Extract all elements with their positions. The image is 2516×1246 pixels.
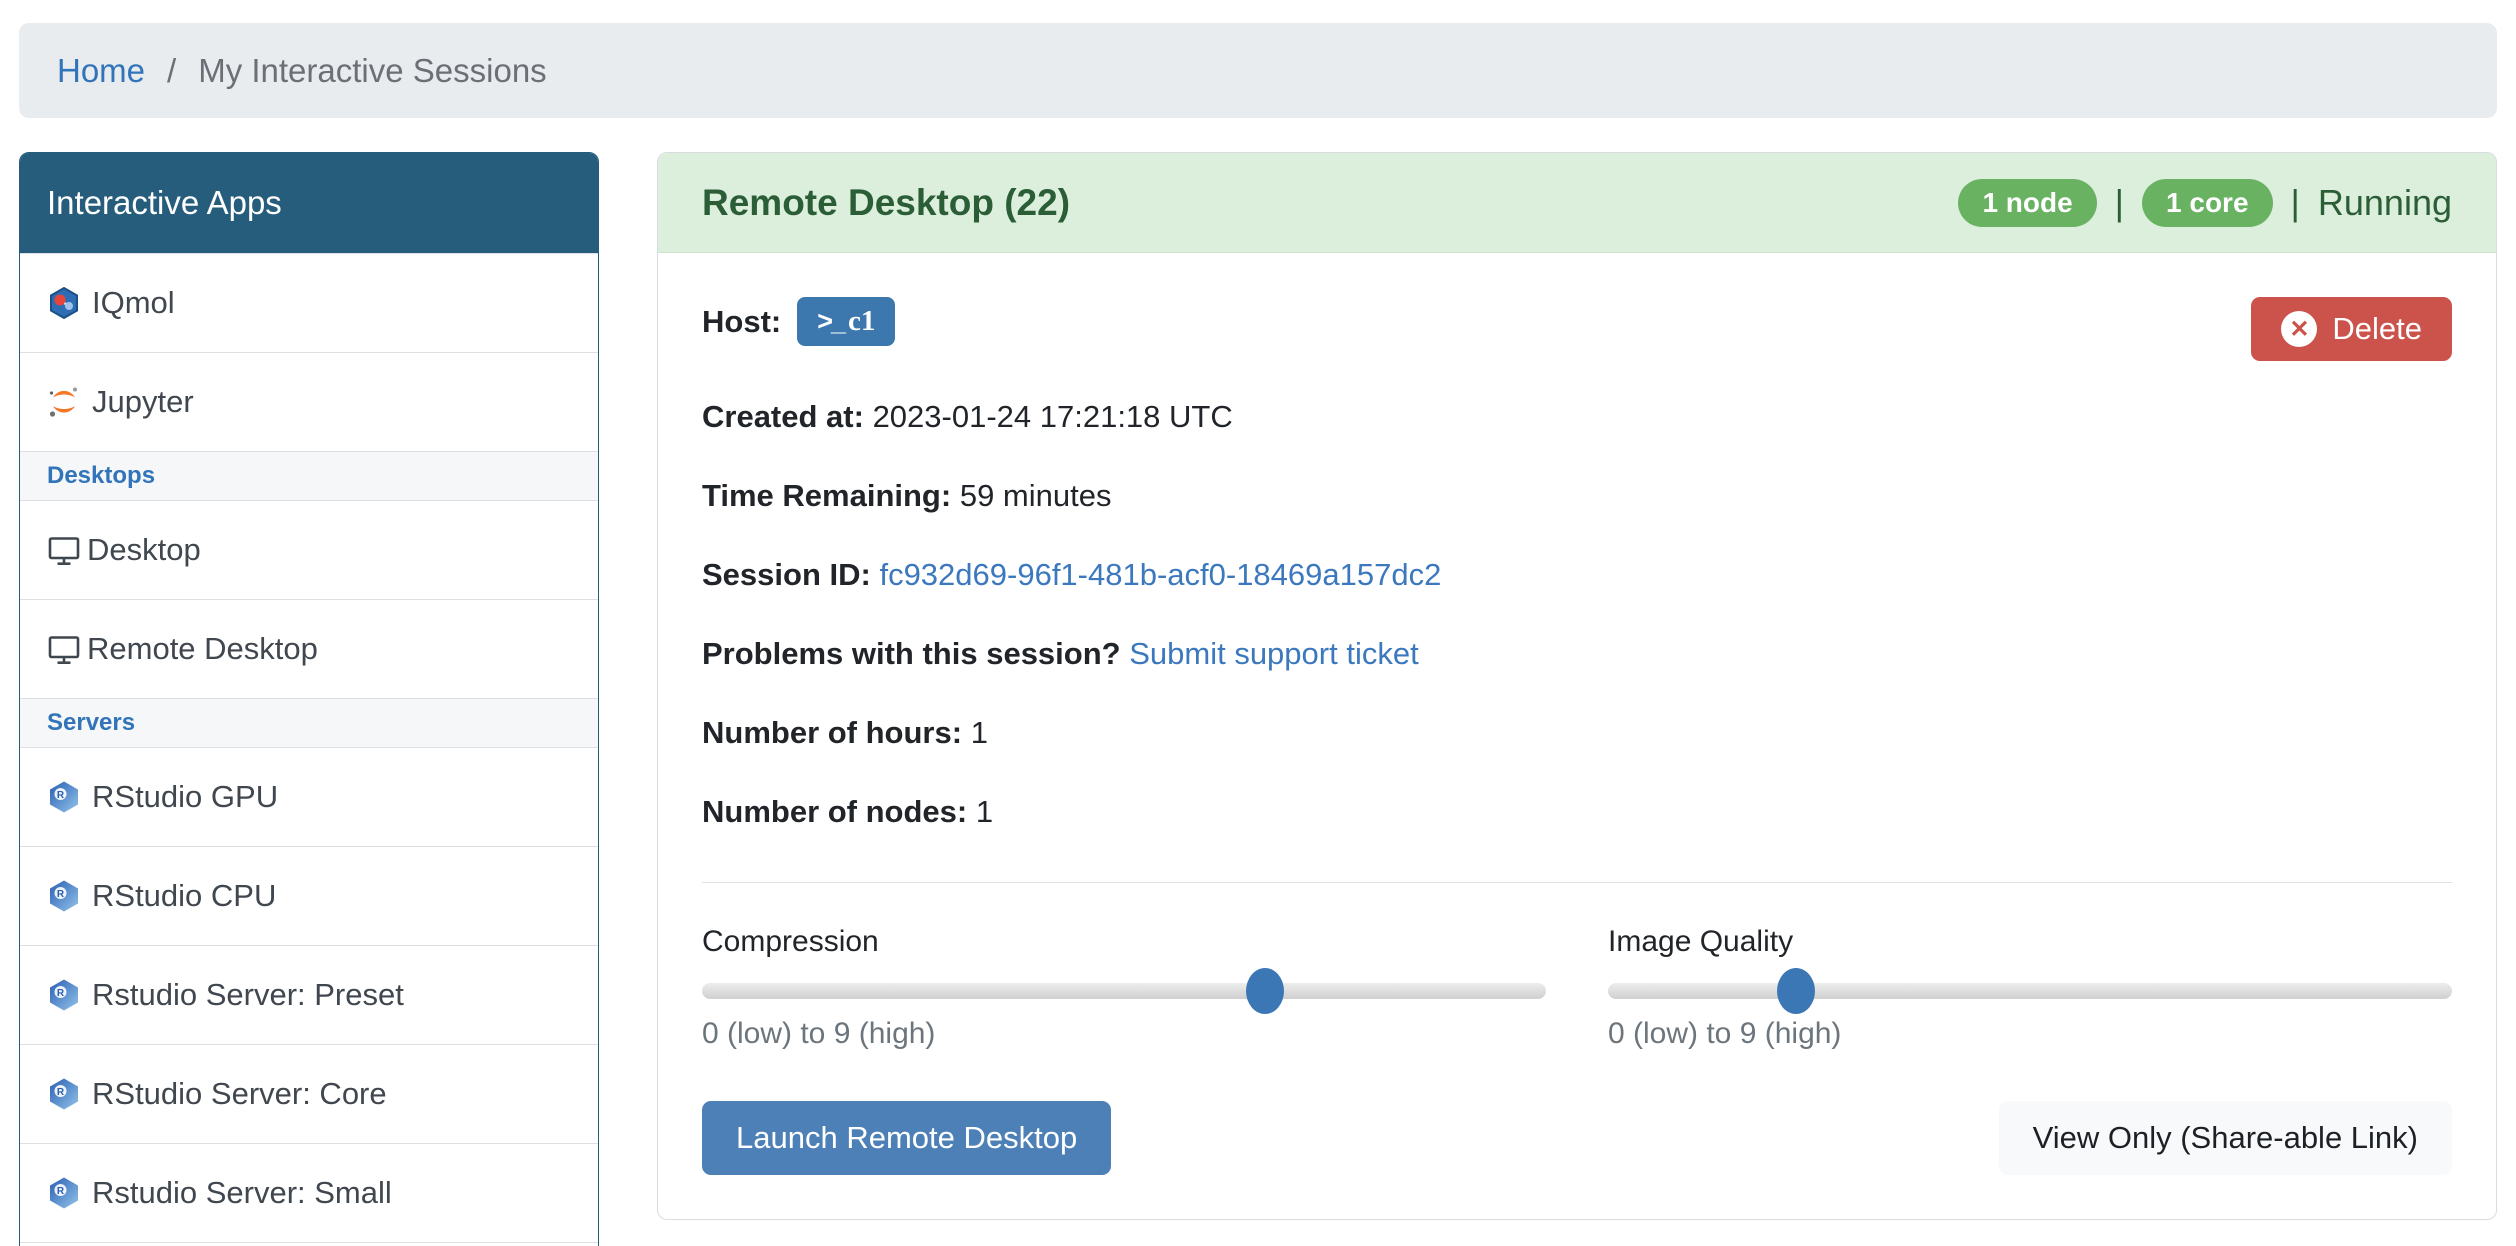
time-remaining-label: Time Remaining: — [702, 478, 951, 513]
sidebar-item-cutoff — [20, 1242, 598, 1246]
sidebar-section-desktops: Desktops — [20, 451, 598, 500]
svg-text:R: R — [57, 988, 65, 999]
svg-text:R: R — [57, 790, 65, 801]
hours-row: Number of hours: 1 — [702, 715, 2452, 751]
submit-support-ticket-link[interactable]: Submit support ticket — [1129, 636, 1418, 671]
sidebar-item-rstudio-server-core[interactable]: R RStudio Server: Core — [20, 1044, 598, 1143]
sidebar-item-label: Desktop — [87, 532, 201, 568]
host-row: Host: >_c1 ✕ Delete — [702, 297, 2452, 361]
delete-button-label: Delete — [2332, 311, 2422, 347]
host-field: Host: >_c1 — [702, 297, 895, 346]
time-remaining-value: 59 minutes — [960, 478, 1112, 513]
image-quality-slider[interactable] — [1608, 983, 2452, 999]
hours-label: Number of hours: — [702, 715, 962, 750]
sidebar-item-iqmol[interactable]: IQmol — [20, 253, 598, 352]
terminal-prompt-icon: >_ — [817, 306, 844, 337]
support-row: Problems with this session? Submit suppo… — [702, 636, 2452, 672]
sidebar-item-desktop[interactable]: Desktop — [20, 500, 598, 599]
image-quality-slider-group: Image Quality 0 (low) to 9 (high) — [1608, 925, 2452, 1051]
slider-thumb[interactable] — [1246, 968, 1284, 1014]
sidebar-item-remote-desktop[interactable]: Remote Desktop — [20, 599, 598, 698]
rstudio-icon: R — [47, 780, 81, 814]
status-text: Running — [2318, 182, 2452, 224]
rstudio-icon: R — [47, 879, 81, 913]
jupyter-icon — [47, 385, 81, 419]
breadcrumb: Home / My Interactive Sessions — [19, 23, 2497, 118]
sidebar-item-rstudio-cpu[interactable]: R RStudio CPU — [20, 846, 598, 945]
sidebar-item-jupyter[interactable]: Jupyter — [20, 352, 598, 451]
sidebar-section-servers: Servers — [20, 698, 598, 747]
breadcrumb-home-link[interactable]: Home — [57, 52, 145, 90]
svg-text:R: R — [57, 889, 65, 900]
host-label: Host: — [702, 304, 781, 340]
badge-separator: | — [2291, 182, 2300, 224]
rstudio-icon: R — [47, 1077, 81, 1111]
badge-separator: | — [2115, 182, 2124, 224]
session-card-body: Host: >_c1 ✕ Delete Created at: 2023-01-… — [658, 253, 2496, 1219]
delete-button[interactable]: ✕ Delete — [2251, 297, 2452, 361]
sidebar-section-label: Desktops — [47, 462, 155, 490]
host-shell-button[interactable]: >_c1 — [797, 297, 895, 346]
created-at-row: Created at: 2023-01-24 17:21:18 UTC — [702, 399, 2452, 435]
view-only-link-button[interactable]: View Only (Share-able Link) — [1999, 1101, 2452, 1175]
session-card-header: Remote Desktop (22) 1 node | 1 core | Ru… — [658, 153, 2496, 253]
card-actions: Launch Remote Desktop View Only (Share-a… — [702, 1101, 2452, 1175]
sidebar-item-label: IQmol — [92, 285, 175, 321]
session-header-meta: 1 node | 1 core | Running — [1958, 179, 2452, 227]
sidebar-item-label: RStudio CPU — [92, 878, 276, 914]
circle-x-icon: ✕ — [2281, 311, 2317, 347]
compression-help-text: 0 (low) to 9 (high) — [702, 1017, 1546, 1051]
sidebar-item-label: RStudio Server: Core — [92, 1076, 387, 1112]
svg-text:R: R — [57, 1087, 65, 1098]
core-count-badge: 1 core — [2142, 179, 2273, 227]
rstudio-icon: R — [47, 978, 81, 1012]
sidebar-section-label: Servers — [47, 709, 135, 737]
compression-slider-group: Compression 0 (low) to 9 (high) — [702, 925, 1546, 1051]
session-card: Remote Desktop (22) 1 node | 1 core | Ru… — [657, 152, 2497, 1220]
monitor-icon — [47, 533, 81, 567]
hours-value: 1 — [971, 715, 988, 750]
compression-label: Compression — [702, 925, 1546, 959]
support-question-label: Problems with this session? — [702, 636, 1121, 671]
compression-slider[interactable] — [702, 983, 1546, 999]
rstudio-icon: R — [47, 1176, 81, 1210]
session-id-link[interactable]: fc932d69-96f1-481b-acf0-18469a157dc2 — [879, 557, 1441, 592]
node-count-badge: 1 node — [1958, 179, 2096, 227]
interactive-apps-sidebar: Interactive Apps IQmol — [19, 152, 599, 1246]
svg-text:R: R — [57, 1186, 65, 1197]
sidebar-item-label: Remote Desktop — [87, 631, 318, 667]
sidebar-item-label: Rstudio Server: Preset — [92, 977, 404, 1013]
monitor-icon — [47, 632, 81, 666]
session-id-row: Session ID: fc932d69-96f1-481b-acf0-1846… — [702, 557, 2452, 593]
nodes-value: 1 — [976, 794, 993, 829]
created-at-label: Created at: — [702, 399, 864, 434]
host-name: c1 — [848, 305, 875, 338]
sidebar-item-rstudio-gpu[interactable]: R RStudio GPU — [20, 747, 598, 846]
breadcrumb-current: My Interactive Sessions — [198, 52, 546, 90]
session-id-label: Session ID: — [702, 557, 871, 592]
sidebar-item-label: RStudio GPU — [92, 779, 278, 815]
created-at-value: 2023-01-24 17:21:18 UTC — [873, 399, 1233, 434]
image-quality-help-text: 0 (low) to 9 (high) — [1608, 1017, 2452, 1051]
nodes-row: Number of nodes: 1 — [702, 794, 2452, 830]
sliders-section: Compression 0 (low) to 9 (high) Image Qu… — [702, 925, 2452, 1051]
sidebar-item-label: Jupyter — [92, 384, 194, 420]
time-remaining-row: Time Remaining: 59 minutes — [702, 478, 2452, 514]
slider-thumb[interactable] — [1777, 968, 1815, 1014]
iqmol-icon — [47, 286, 81, 320]
nodes-label: Number of nodes: — [702, 794, 967, 829]
sidebar-item-rstudio-server-small[interactable]: R Rstudio Server: Small — [20, 1143, 598, 1242]
breadcrumb-separator: / — [167, 52, 176, 90]
divider — [702, 882, 2452, 883]
sidebar-item-rstudio-server-preset[interactable]: R Rstudio Server: Preset — [20, 945, 598, 1044]
sidebar-title: Interactive Apps — [20, 153, 598, 253]
image-quality-label: Image Quality — [1608, 925, 2452, 959]
session-title: Remote Desktop (22) — [702, 182, 1070, 224]
launch-remote-desktop-button[interactable]: Launch Remote Desktop — [702, 1101, 1111, 1175]
sidebar-item-label: Rstudio Server: Small — [92, 1175, 392, 1211]
